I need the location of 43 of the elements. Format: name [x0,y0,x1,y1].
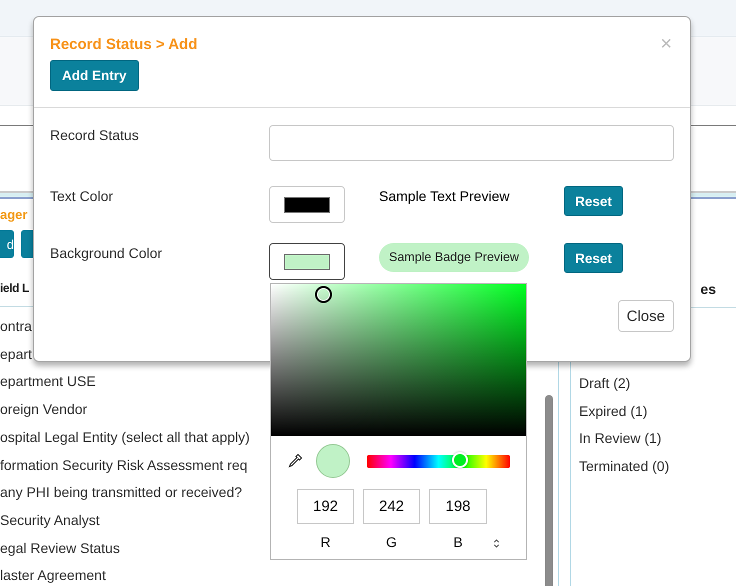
saturation-area[interactable] [271,284,526,436]
scrollbar-thumb[interactable] [545,395,553,586]
picker-handle[interactable] [315,286,332,303]
breadcrumb: ager [0,206,28,224]
text-preview: Sample Text Preview [379,187,510,206]
toggle-icon[interactable] [493,538,500,549]
dialog-title: Record Status > Add [50,36,198,52]
add-entry-button[interactable]: Add Entry [50,60,139,91]
channel-field[interactable]: 242 [363,489,420,524]
close-button[interactable]: Close [618,300,674,332]
column-header: ield L [0,281,29,295]
color-swatch-button[interactable] [269,243,345,280]
action-button[interactable]: d [0,230,14,258]
status-filter[interactable]: Expired (1) [579,398,736,426]
field-label: ospital Legal Entity (select all that apply) [0,428,250,447]
record-status-field[interactable] [269,125,674,161]
field-label: oreign Vendor [0,400,88,420]
field-label: Background Color [50,244,164,263]
field-label: Text Color [50,187,114,206]
field-label: formation Security Risk Assessment req [0,456,248,475]
channel-label: B [453,534,463,550]
reset-button[interactable]: Reset [564,186,623,216]
field-label: egal Review Status [0,538,120,558]
reset-button[interactable]: Reset [564,243,623,273]
status-filter[interactable]: Draft (2) [579,370,736,398]
status-filter[interactable]: In Review (1) [579,425,736,454]
field-label: ontra [0,317,32,336]
channel-label: G [386,534,397,550]
field-label: Record Status [50,126,140,145]
channel-field[interactable]: 198 [429,489,487,524]
field-label: epartment USE [0,372,96,392]
badge-preview: Sample Badge Preview [379,243,529,272]
column-header: es [700,281,716,297]
eyedropper-icon[interactable] [287,453,303,469]
field-label: Security Analyst [0,510,100,530]
slider-thumb[interactable] [452,452,468,468]
hue-slider[interactable] [367,454,510,468]
channel-field[interactable]: 192 [297,489,354,524]
field-label: epart [0,344,32,364]
status-filter[interactable]: Terminated (0) [579,453,736,481]
channel-label: R [320,534,331,550]
field-label: any PHI being transmitted or received? [0,483,242,502]
field-label: laster Agreement [0,566,106,586]
